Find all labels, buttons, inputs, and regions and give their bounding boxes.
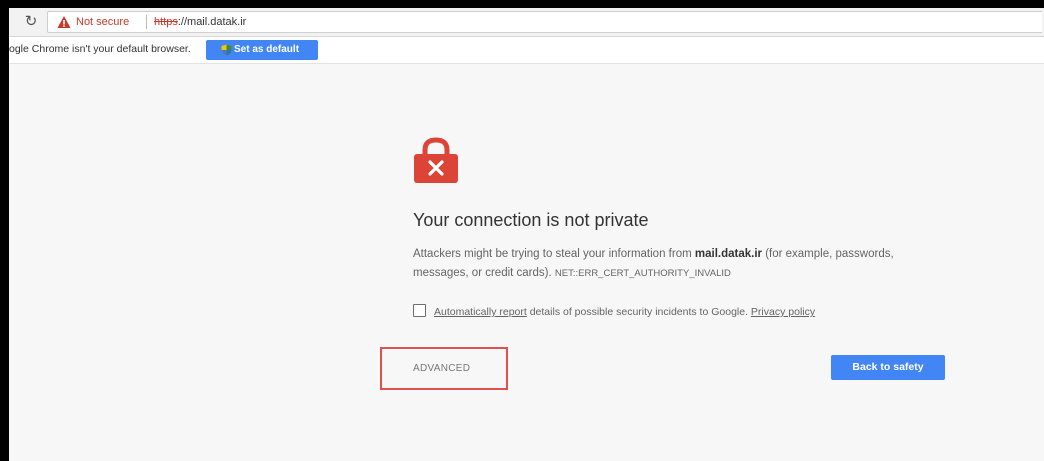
page-title: Your connection is not private [413,210,649,230]
not-secure-label[interactable]: Not secure [76,12,129,32]
explanation-before: Attackers might be trying to steal your … [413,248,695,260]
error-code[interactable]: NET::ERR_CERT_AUTHORITY_INVALID [555,268,731,279]
privacy-policy-link[interactable]: Privacy policy [751,306,815,318]
site-domain: mail.datak.ir [694,248,762,260]
set-as-default-label: Set as default [234,44,300,55]
url-host: ://mail.datak.ir [177,16,247,28]
advanced-button[interactable]: ADVANCED [413,363,470,374]
browser-window: ↻ Not secure https://mail.datak.ir ogle … [9,8,1044,461]
report-text: details of possible security incidents t… [526,306,751,318]
report-checkbox[interactable] [413,304,426,317]
explanation-text: Attackers might be trying to steal your … [413,245,933,283]
warning-triangle-icon[interactable] [57,15,71,29]
url-scheme: https [154,16,178,28]
set-as-default-button[interactable]: Set as default [206,40,318,60]
broken-lock-icon [414,137,458,183]
address-bar[interactable]: Not secure https://mail.datak.ir [47,11,1042,33]
extended-reporting-row: Automatically report details of possible… [413,304,815,318]
reload-icon[interactable]: ↻ [22,13,40,31]
shield-icon [221,44,232,56]
omnibox-separator [146,15,147,29]
infobar-message: ogle Chrome isn't your default browser. [9,43,191,55]
automatically-report-link[interactable]: Automatically report [434,306,527,318]
back-to-safety-button[interactable]: Back to safety [831,355,945,380]
url-text[interactable]: https://mail.datak.ir [154,12,246,32]
default-browser-infobar: ogle Chrome isn't your default browser. … [9,37,1044,64]
browser-toolbar: ↻ Not secure https://mail.datak.ir [9,8,1044,37]
